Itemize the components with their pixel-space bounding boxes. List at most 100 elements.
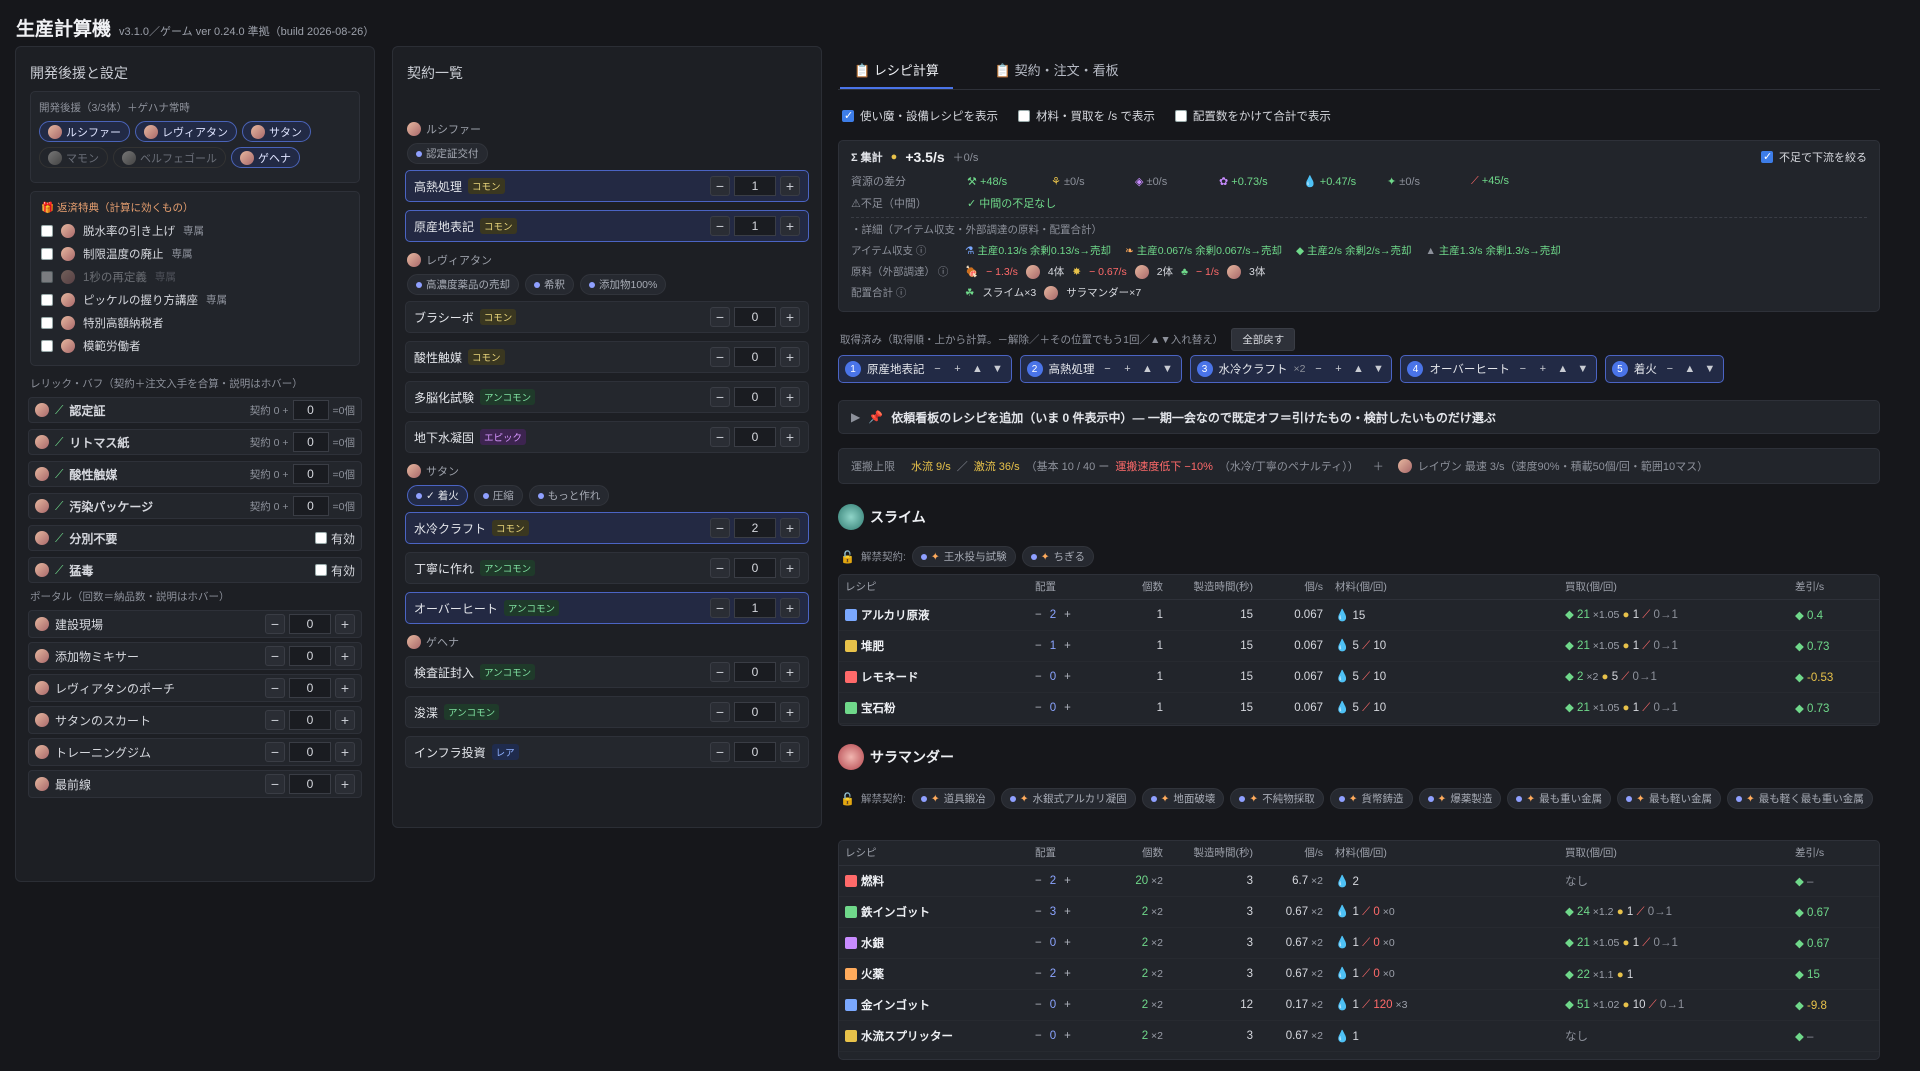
portal-count-input[interactable]: 0 bbox=[289, 678, 331, 698]
unlock-pill[interactable]: ✦ 最も軽く最も重い金属 bbox=[1726, 788, 1873, 809]
throttle-downstream-toggle[interactable]: 不足で下流を絞る bbox=[1761, 149, 1867, 165]
decrement-button[interactable]: − bbox=[710, 347, 730, 367]
remove-button[interactable]: − bbox=[1101, 362, 1115, 376]
increment-button[interactable]: + bbox=[780, 347, 800, 367]
perk-row[interactable]: 特別高額納税者 bbox=[41, 311, 349, 334]
throttle-checkbox[interactable] bbox=[1761, 150, 1773, 163]
increment-button[interactable]: + bbox=[1064, 609, 1071, 621]
increment-button[interactable]: + bbox=[780, 307, 800, 327]
increment-button[interactable]: + bbox=[1064, 999, 1071, 1011]
move-down-button[interactable]: ▼ bbox=[1161, 362, 1175, 376]
backer-chip[interactable]: サタン bbox=[242, 121, 311, 142]
increment-button[interactable]: + bbox=[335, 614, 355, 634]
remove-button[interactable]: − bbox=[1663, 362, 1677, 376]
contract-pill[interactable]: 認定証交付 bbox=[407, 143, 488, 164]
remove-button[interactable]: − bbox=[1311, 362, 1325, 376]
perk-row[interactable]: 制限温度の廃止 専属 bbox=[41, 242, 349, 265]
increment-button[interactable]: + bbox=[1064, 968, 1071, 980]
relic-count-input[interactable]: 0 bbox=[292, 400, 329, 420]
increment-button[interactable]: + bbox=[780, 518, 800, 538]
add-button[interactable]: + bbox=[951, 362, 965, 376]
increment-button[interactable]: + bbox=[1064, 640, 1071, 652]
portal-count-input[interactable]: 0 bbox=[289, 742, 331, 762]
unlock-pill[interactable]: ✦ ちぎる bbox=[1021, 546, 1094, 567]
decrement-button[interactable]: − bbox=[1035, 671, 1042, 683]
increment-button[interactable]: + bbox=[780, 702, 800, 722]
placement-count[interactable]: 0 bbox=[1050, 671, 1056, 683]
perk-checkbox[interactable] bbox=[41, 316, 53, 329]
decrement-button[interactable]: − bbox=[265, 678, 285, 698]
decrement-button[interactable]: − bbox=[265, 774, 285, 794]
decrement-button[interactable]: − bbox=[1035, 702, 1042, 714]
decrement-button[interactable]: − bbox=[1035, 906, 1042, 918]
relic-count-input[interactable]: 0 bbox=[292, 432, 329, 452]
increment-button[interactable]: + bbox=[1064, 671, 1071, 683]
backer-chip[interactable]: マモン bbox=[39, 147, 108, 168]
increment-button[interactable]: + bbox=[335, 710, 355, 730]
placement-count[interactable]: 0 bbox=[1050, 999, 1056, 1011]
decrement-button[interactable]: − bbox=[1035, 999, 1042, 1011]
increment-button[interactable]: + bbox=[1064, 1030, 1071, 1042]
increment-button[interactable]: + bbox=[780, 176, 800, 196]
add-button[interactable]: + bbox=[1121, 362, 1135, 376]
contract-count-input[interactable]: 0 bbox=[734, 742, 776, 762]
increment-button[interactable]: + bbox=[335, 774, 355, 794]
placement-count[interactable]: 0 bbox=[1050, 937, 1056, 949]
portal-count-input[interactable]: 0 bbox=[289, 646, 331, 666]
portal-count-input[interactable]: 0 bbox=[289, 614, 331, 634]
decrement-button[interactable]: − bbox=[710, 598, 730, 618]
increment-button[interactable]: + bbox=[1064, 937, 1071, 949]
relic-count-input[interactable]: 0 bbox=[292, 496, 329, 516]
tab-contracts-orders[interactable]: 📋 契約・注文・看板 bbox=[981, 52, 1133, 89]
decrement-button[interactable]: − bbox=[710, 662, 730, 682]
backer-chip[interactable]: レヴィアタン bbox=[135, 121, 237, 142]
decrement-button[interactable]: − bbox=[710, 742, 730, 762]
request-board-toggle[interactable]: ▶ 📌 依頼看板のレシピを追加（いま 0 件表示中）— 一期一会なので既定オフ＝引け… bbox=[838, 400, 1880, 434]
move-down-button[interactable]: ▼ bbox=[991, 362, 1005, 376]
increment-button[interactable]: + bbox=[1064, 875, 1071, 887]
decrement-button[interactable]: − bbox=[1035, 937, 1042, 949]
decrement-button[interactable]: − bbox=[710, 427, 730, 447]
placement-count[interactable]: 3 bbox=[1050, 906, 1056, 918]
increment-button[interactable]: + bbox=[780, 598, 800, 618]
perk-row[interactable]: 1秒の再定義 専属 bbox=[41, 265, 349, 288]
opt-per-second[interactable]: 材料・買取を /s で表示 bbox=[1018, 108, 1155, 124]
remove-button[interactable]: − bbox=[931, 362, 945, 376]
placement-count[interactable]: 0 bbox=[1050, 1030, 1056, 1042]
contract-pill[interactable]: 希釈 bbox=[525, 274, 574, 295]
perk-checkbox[interactable] bbox=[41, 293, 53, 306]
relic-enable-checkbox[interactable] bbox=[314, 564, 327, 576]
increment-button[interactable]: + bbox=[335, 678, 355, 698]
increment-button[interactable]: + bbox=[335, 742, 355, 762]
contract-count-input[interactable]: 1 bbox=[734, 216, 776, 236]
backer-chip[interactable]: ルシファー bbox=[39, 121, 130, 142]
perk-checkbox[interactable] bbox=[41, 247, 53, 260]
unlock-pill[interactable]: ✦ 不純物採取 bbox=[1230, 788, 1324, 809]
opt-show-familiar[interactable]: 使い魔・設備レシピを表示 bbox=[842, 108, 998, 124]
increment-button[interactable]: + bbox=[780, 742, 800, 762]
unlock-pill[interactable]: ✦ 地面破壊 bbox=[1141, 788, 1225, 809]
contract-pill[interactable]: ✓ 着火 bbox=[407, 485, 468, 506]
move-up-button[interactable]: ▲ bbox=[1556, 362, 1570, 376]
placement-count[interactable]: 2 bbox=[1050, 609, 1056, 621]
decrement-button[interactable]: − bbox=[1035, 609, 1042, 621]
opt-multiply-placement[interactable]: 配置数をかけて合計で表示 bbox=[1174, 108, 1331, 124]
backer-chip[interactable]: ゲヘナ bbox=[231, 147, 300, 168]
placement-count[interactable]: 2 bbox=[1050, 875, 1056, 887]
increment-button[interactable]: + bbox=[1064, 906, 1071, 918]
portal-count-input[interactable]: 0 bbox=[289, 774, 331, 794]
reset-all-button[interactable]: 全部戻す bbox=[1231, 328, 1296, 351]
decrement-button[interactable]: − bbox=[265, 742, 285, 762]
increment-button[interactable]: + bbox=[1064, 702, 1071, 714]
perk-checkbox[interactable] bbox=[41, 339, 53, 352]
increment-button[interactable]: + bbox=[780, 216, 800, 236]
contract-count-input[interactable]: 0 bbox=[734, 307, 776, 327]
unlock-pill[interactable]: ✦ 道具鍛冶 bbox=[911, 788, 995, 809]
decrement-button[interactable]: − bbox=[265, 646, 285, 666]
tab-recipe-calc[interactable]: 📋 レシピ計算 bbox=[840, 52, 953, 89]
add-button[interactable]: + bbox=[1536, 362, 1550, 376]
decrement-button[interactable]: − bbox=[710, 558, 730, 578]
contract-pill[interactable]: 圧縮 bbox=[473, 485, 523, 506]
move-up-button[interactable]: ▲ bbox=[971, 362, 985, 376]
increment-button[interactable]: + bbox=[780, 558, 800, 578]
